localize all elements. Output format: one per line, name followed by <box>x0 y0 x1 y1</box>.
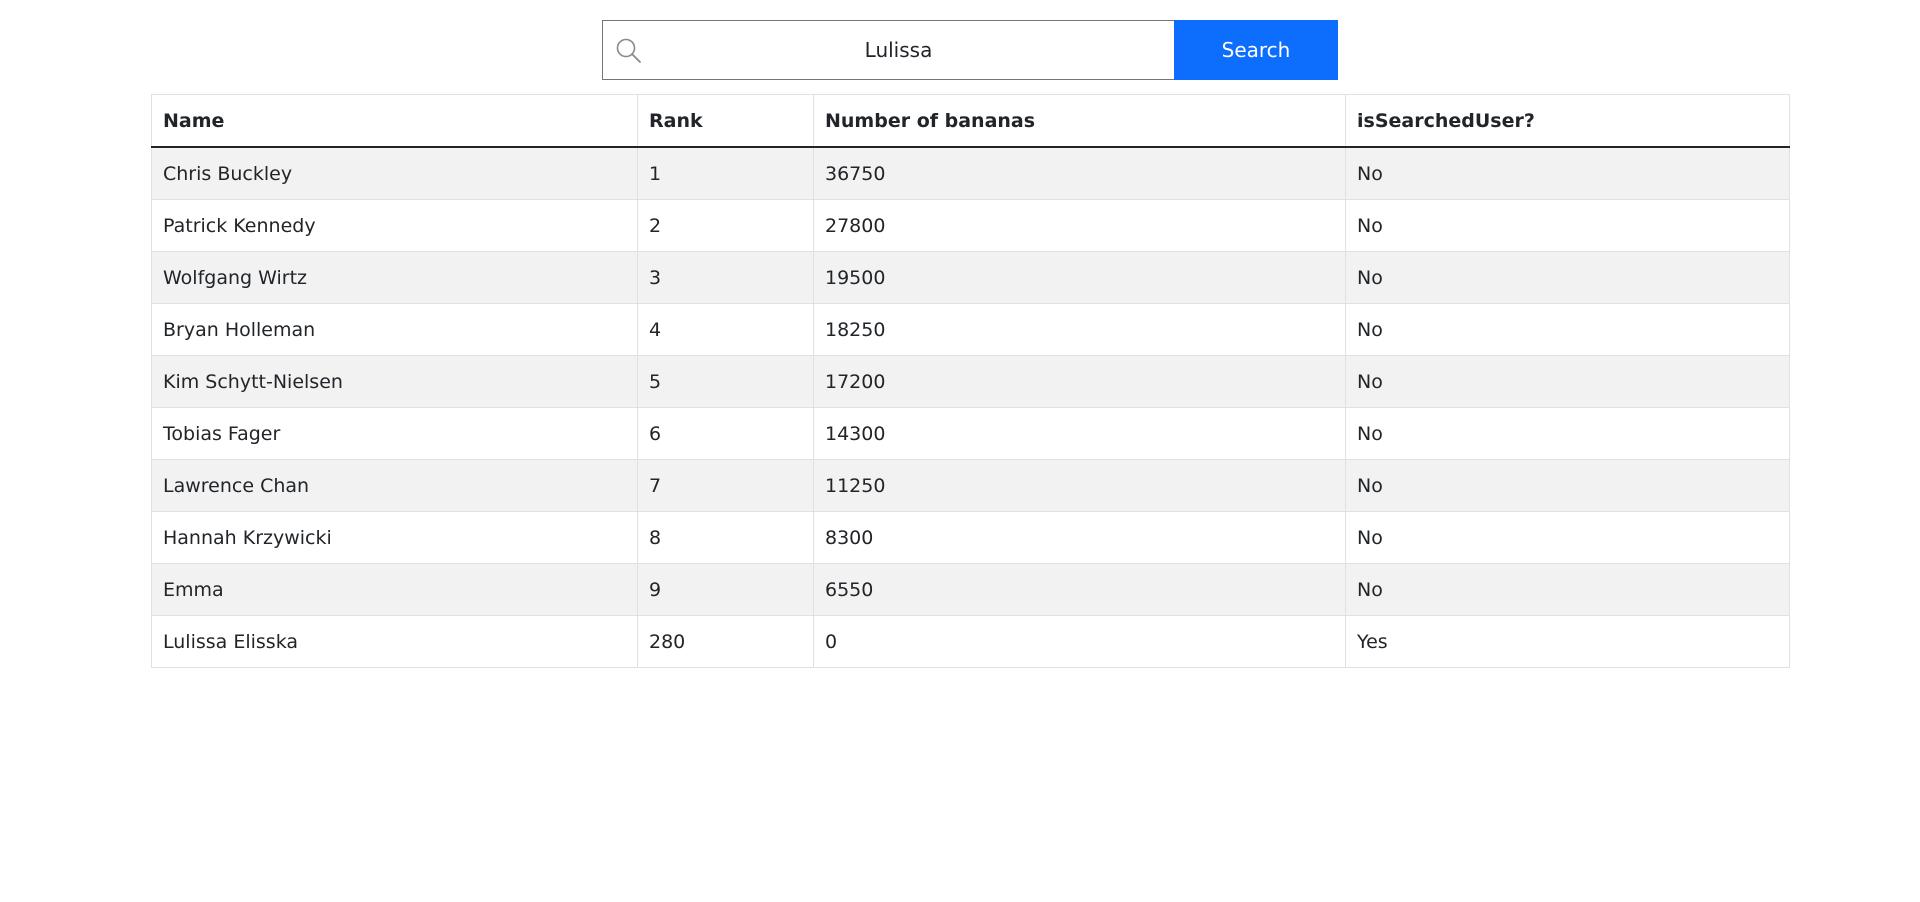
table-row: Tobias Fager 6 14300 No <box>151 407 1790 460</box>
cell-bananas: 14300 <box>813 407 1346 460</box>
leaderboard-table: Name Rank Number of bananas isSearchedUs… <box>151 94 1790 668</box>
cell-bananas: 18250 <box>813 303 1346 356</box>
cell-rank: 2 <box>637 199 814 252</box>
cell-is-searched-user: No <box>1345 355 1790 408</box>
cell-rank: 8 <box>637 511 814 564</box>
table-row: Lawrence Chan 7 11250 No <box>151 459 1790 512</box>
table-row: Kim Schytt-Nielsen 5 17200 No <box>151 355 1790 408</box>
cell-name: Bryan Holleman <box>151 303 638 356</box>
cell-is-searched-user: No <box>1345 511 1790 564</box>
cell-is-searched-user: No <box>1345 146 1790 200</box>
table-body: Chris Buckley 1 36750 No Patrick Kennedy… <box>151 146 1790 668</box>
cell-rank: 9 <box>637 563 814 616</box>
cell-rank: 280 <box>637 615 814 668</box>
cell-name: Lulissa Elisska <box>151 615 638 668</box>
cell-bananas: 19500 <box>813 251 1346 304</box>
cell-rank: 3 <box>637 251 814 304</box>
cell-rank: 5 <box>637 355 814 408</box>
table-row: Chris Buckley 1 36750 No <box>151 146 1790 200</box>
cell-name: Emma <box>151 563 638 616</box>
cell-name: Patrick Kennedy <box>151 199 638 252</box>
table-row: Bryan Holleman 4 18250 No <box>151 303 1790 356</box>
table-header: Name Rank Number of bananas isSearchedUs… <box>151 94 1790 148</box>
search-button[interactable]: Search <box>1174 20 1338 80</box>
cell-rank: 6 <box>637 407 814 460</box>
cell-is-searched-user: No <box>1345 303 1790 356</box>
cell-bananas: 8300 <box>813 511 1346 564</box>
cell-bananas: 17200 <box>813 355 1346 408</box>
cell-is-searched-user: No <box>1345 199 1790 252</box>
cell-name: Wolfgang Wirtz <box>151 251 638 304</box>
table-row: Wolfgang Wirtz 3 19500 No <box>151 251 1790 304</box>
cell-is-searched-user: No <box>1345 563 1790 616</box>
cell-bananas: 6550 <box>813 563 1346 616</box>
cell-rank: 7 <box>637 459 814 512</box>
cell-bananas: 11250 <box>813 459 1346 512</box>
cell-name: Hannah Krzywicki <box>151 511 638 564</box>
cell-name: Chris Buckley <box>151 146 638 200</box>
search-input[interactable] <box>603 21 1174 79</box>
leaderboard-table-container: Name Rank Number of bananas isSearchedUs… <box>151 94 1790 668</box>
search-box[interactable] <box>602 20 1174 80</box>
cell-is-searched-user: No <box>1345 407 1790 460</box>
cell-name: Tobias Fager <box>151 407 638 460</box>
table-row-searched-user: Lulissa Elisska 280 0 Yes <box>151 615 1790 668</box>
column-header-rank: Rank <box>637 94 814 148</box>
cell-name: Lawrence Chan <box>151 459 638 512</box>
table-row: Hannah Krzywicki 8 8300 No <box>151 511 1790 564</box>
cell-is-searched-user: Yes <box>1345 615 1790 668</box>
cell-name: Kim Schytt-Nielsen <box>151 355 638 408</box>
cell-rank: 1 <box>637 146 814 200</box>
cell-rank: 4 <box>637 303 814 356</box>
table-header-row: Name Rank Number of bananas isSearchedUs… <box>151 94 1790 148</box>
cell-bananas: 27800 <box>813 199 1346 252</box>
cell-bananas: 0 <box>813 615 1346 668</box>
column-header-name: Name <box>151 94 638 148</box>
column-header-bananas: Number of bananas <box>813 94 1346 148</box>
cell-is-searched-user: No <box>1345 251 1790 304</box>
column-header-is-searched-user: isSearchedUser? <box>1345 94 1790 148</box>
table-row: Emma 9 6550 No <box>151 563 1790 616</box>
search-bar: Search <box>602 20 1338 80</box>
cell-bananas: 36750 <box>813 146 1346 200</box>
cell-is-searched-user: No <box>1345 459 1790 512</box>
table-row: Patrick Kennedy 2 27800 No <box>151 199 1790 252</box>
